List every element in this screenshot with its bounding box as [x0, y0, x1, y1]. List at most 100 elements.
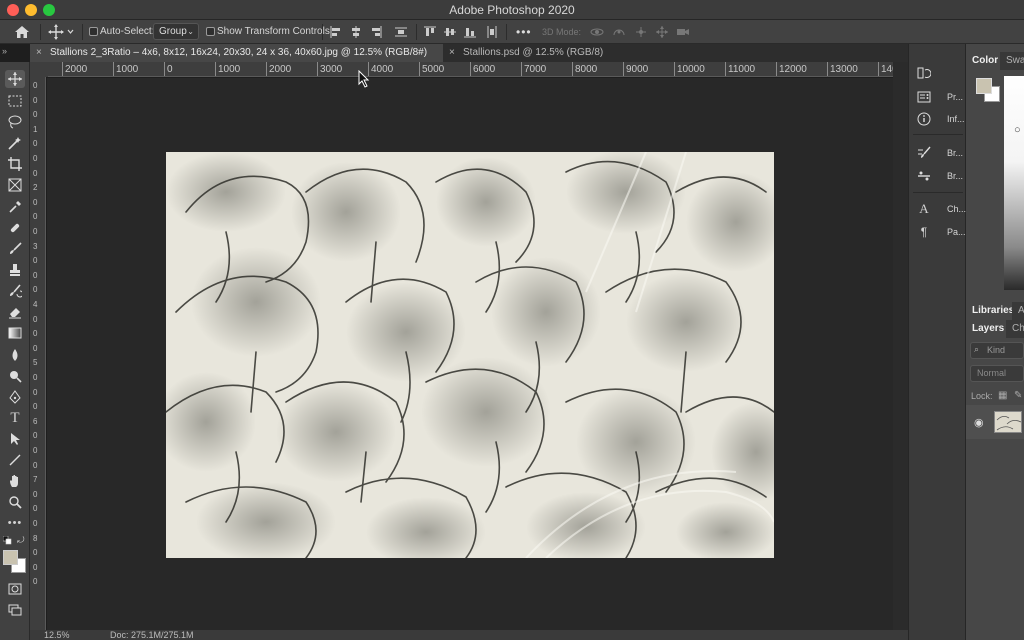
auto-select-dropdown[interactable]: Group ⌄	[153, 23, 199, 40]
distribute-vertical-icon[interactable]	[486, 26, 498, 38]
move-tool-preset-icon[interactable]	[48, 23, 74, 41]
paragraph-panel-button[interactable]: ¶ Pa...	[917, 225, 967, 241]
ruler-tick-label: 2	[33, 183, 38, 193]
foreground-color-swatch[interactable]	[3, 550, 18, 565]
frame-tool[interactable]	[5, 176, 25, 194]
zoom-level[interactable]: 12.5%	[44, 630, 70, 640]
dodge-tool[interactable]	[5, 367, 25, 385]
tab-adjustments[interactable]: A	[1012, 302, 1024, 320]
collapse-toolbar-icon[interactable]: »	[2, 46, 7, 56]
more-options-button[interactable]: •••	[516, 25, 532, 39]
close-tab-icon[interactable]: ×	[36, 47, 42, 58]
tab-color[interactable]: Color	[966, 52, 1000, 70]
divider	[416, 24, 417, 40]
ruler-tick-label: 0	[33, 154, 38, 163]
swap-colors-icon[interactable]: ⤾	[17, 535, 25, 546]
move-tool[interactable]	[5, 70, 25, 88]
vertical-ruler[interactable]: 0 0 0 1 0 0 0 2 0 0 0 3 0 0 0 4 0 0 0 5 0 0 0 6 0 0 0 7 0 0 0 8 0 0 0	[30, 77, 46, 630]
horizontal-ruler[interactable]: 2000 1000 0 1000 2000 3000 4000 5000 6000 7000 800…	[48, 62, 894, 77]
eye-icon[interactable]: ◉	[974, 416, 984, 429]
type-tool[interactable]: T	[5, 409, 25, 427]
brushes-panel-button[interactable]: Br...	[917, 169, 967, 185]
clone-stamp-tool[interactable]	[5, 261, 25, 279]
brush-settings-panel-button[interactable]: Br...	[917, 146, 967, 162]
history-brush-tool[interactable]	[5, 282, 25, 300]
auto-select-checkbox[interactable]	[89, 27, 98, 36]
3d-mode-label: 3D Mode:	[542, 27, 582, 37]
distribute-horizontal-icon[interactable]	[395, 26, 407, 38]
blend-mode-dropdown[interactable]: Normal	[970, 365, 1024, 382]
libraries-tabs: Libraries A	[966, 302, 1024, 320]
ruler-origin[interactable]	[30, 62, 48, 77]
brush-settings-label: Br...	[947, 148, 964, 158]
history-panel-button[interactable]	[917, 66, 967, 82]
tab-stallions-psd[interactable]: × Stallions.psd @ 12.5% (RGB/8)	[443, 44, 643, 62]
crop-tool[interactable]	[5, 155, 25, 173]
pen-tool[interactable]	[5, 388, 25, 406]
3d-slide-icon[interactable]	[655, 26, 669, 38]
eraser-tool[interactable]	[5, 303, 25, 321]
blur-tool[interactable]	[5, 346, 25, 364]
marquee-tool[interactable]	[5, 92, 25, 110]
layer-filter-kind[interactable]: ⌕ Kind	[970, 342, 1024, 359]
tab-swatches[interactable]: Swa	[1000, 52, 1024, 70]
3d-camera-icon[interactable]	[676, 26, 690, 38]
align-middle-icon[interactable]	[444, 26, 456, 38]
align-center-icon[interactable]	[350, 26, 362, 38]
tab-libraries[interactable]: Libraries	[966, 302, 1014, 320]
default-colors-icon[interactable]	[2, 535, 12, 545]
character-label: Ch...	[947, 204, 967, 214]
show-transform-checkbox[interactable]	[206, 27, 215, 36]
path-selection-tool[interactable]	[5, 430, 25, 448]
move-icon	[8, 72, 22, 86]
panel-foreground-color[interactable]	[976, 78, 992, 94]
home-icon[interactable]	[12, 23, 32, 41]
ruler-tick-label: 0	[33, 256, 38, 266]
ruler-tick-label: 0	[33, 373, 38, 382]
zoom-tool[interactable]	[5, 493, 25, 511]
healing-brush-tool[interactable]	[5, 219, 25, 237]
ruler-tick	[419, 62, 420, 76]
doc-size[interactable]: Doc: 275.1M/275.1M	[110, 630, 194, 640]
ruler-tick-label: 1	[33, 124, 38, 134]
brush-tool[interactable]	[5, 240, 25, 258]
screen-mode-button[interactable]	[5, 601, 25, 619]
align-left-icon[interactable]	[330, 26, 342, 38]
align-right-icon[interactable]	[370, 26, 382, 38]
ruler-tick	[674, 62, 675, 76]
magic-wand-tool[interactable]	[5, 134, 25, 152]
line-tool[interactable]	[5, 451, 25, 469]
color-picker-field[interactable]	[1004, 76, 1024, 290]
vertical-scrollbar[interactable]	[893, 62, 908, 630]
character-icon: A	[919, 201, 929, 216]
tab-layers[interactable]: Layers	[966, 320, 1006, 338]
align-bottom-icon[interactable]	[464, 26, 476, 38]
lock-label: Lock:	[971, 391, 993, 401]
lock-transparent-pixels-icon[interactable]: ▦	[998, 390, 1007, 401]
align-top-icon[interactable]	[424, 26, 436, 38]
ruler-tick-label: 3000	[320, 64, 343, 75]
3d-roll-icon[interactable]	[612, 26, 626, 38]
ruler-tick-label: 3	[33, 241, 38, 251]
close-tab-icon[interactable]: ×	[449, 47, 455, 58]
type-icon: T	[10, 409, 20, 426]
hand-tool[interactable]	[5, 472, 25, 490]
document-image[interactable]	[166, 152, 774, 558]
3d-orbit-icon[interactable]	[590, 26, 604, 38]
edit-toolbar-button[interactable]: •••	[5, 514, 25, 532]
eyedropper-tool[interactable]	[5, 198, 25, 216]
options-bar: Auto-Select: Group ⌄ Show Transform Cont…	[0, 20, 1024, 44]
gradient-tool[interactable]	[5, 324, 25, 342]
info-panel-button[interactable]: Inf...	[917, 112, 967, 128]
3d-pan-icon[interactable]	[634, 26, 648, 38]
lasso-tool[interactable]	[5, 113, 25, 131]
ruler-tick-label: 11000	[728, 64, 756, 75]
properties-panel-button[interactable]: Pr...	[917, 90, 967, 106]
ruler-tick-label: 7000	[524, 64, 547, 75]
lock-image-pixels-icon[interactable]: ✎	[1014, 390, 1022, 401]
tab-channels[interactable]: Cha	[1006, 320, 1024, 338]
tab-stallions-jpg[interactable]: × Stallions 2_3Ratio – 4x6, 8x12, 16x24,…	[30, 44, 443, 62]
ruler-tick-label: 0	[33, 548, 38, 558]
character-panel-button[interactable]: A Ch...	[917, 202, 967, 218]
quick-mask-button[interactable]	[5, 580, 25, 598]
